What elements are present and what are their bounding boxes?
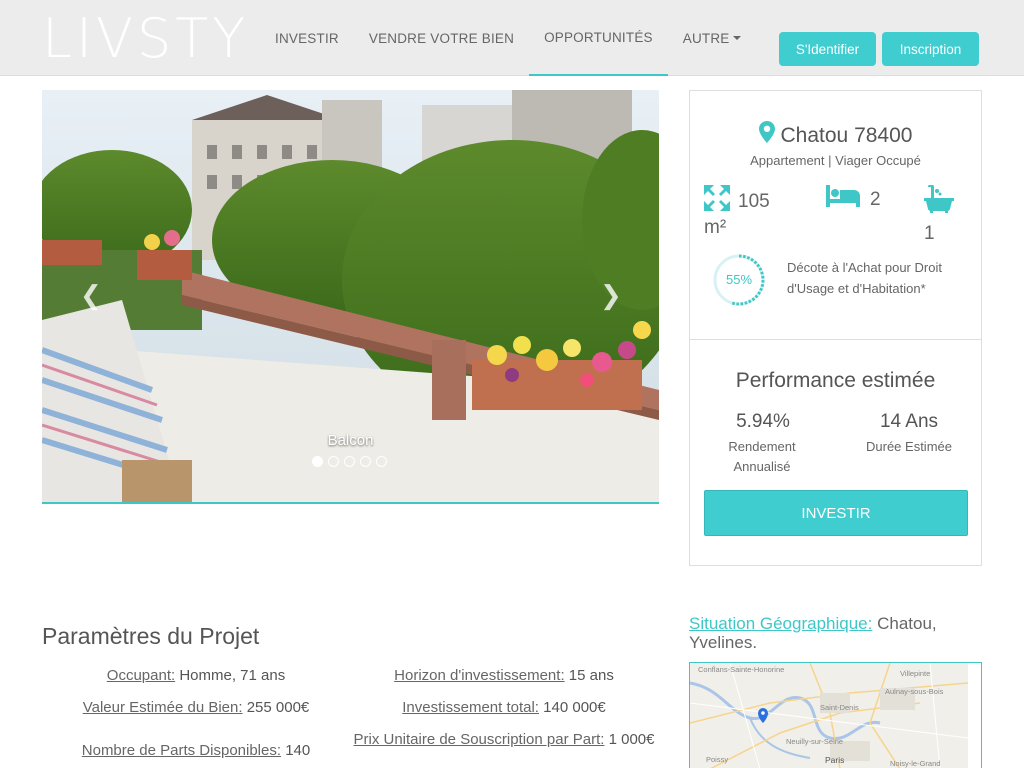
map-marker-icon — [758, 121, 775, 143]
param-horizon: Horizon d'investissement: 15 ans — [350, 666, 658, 686]
expand-icon — [704, 185, 730, 211]
nav-link-opportunites[interactable]: OPPORTUNITÉS — [529, 0, 668, 76]
carousel-prev-icon[interactable]: ❮ — [80, 280, 102, 311]
param-valeur-key: Valeur Estimée du Bien: — [82, 699, 243, 716]
carousel-dot[interactable] — [312, 456, 323, 467]
param-parts: Nombre de Parts Disponibles: 140 — [42, 741, 350, 761]
invest-button[interactable]: INVESTIR — [704, 490, 968, 536]
property-type: Appartement | Viager Occupé — [750, 153, 921, 168]
param-prix-key: Prix Unitaire de Souscription par Part: — [353, 731, 605, 748]
params-title: Paramètres du Projet — [42, 623, 260, 649]
surface-value: 105 — [738, 191, 770, 212]
map-label: Saint-Denis — [820, 703, 859, 712]
navbar: LIVSTY INVESTIR VENDRE VOTRE BIEN OPPORT… — [0, 0, 1024, 76]
param-investissement: Investissement total: 140 000€ — [350, 698, 658, 718]
carousel-next-icon[interactable]: ❯ — [600, 280, 622, 311]
surface-feature: 105 m² — [704, 185, 794, 241]
card-divider — [690, 339, 981, 340]
param-valeur-value: 255 000€ — [246, 699, 310, 716]
logo[interactable]: LIVSTY — [42, 12, 249, 66]
bathrooms-value: 1 — [924, 223, 935, 244]
param-prix-value: 1 000€ — [608, 731, 655, 748]
location-heading: Chatou 78400 — [690, 121, 981, 148]
duration-value: 14 Ans — [879, 411, 939, 432]
nav-link-autre-label: AUTRE — [682, 30, 730, 46]
carousel-dot[interactable] — [344, 456, 355, 467]
param-valeur: Valeur Estimée du Bien: 255 000€ — [42, 698, 350, 718]
geo-situation: Situation Géographique: Chatou, Yvelines… — [689, 614, 979, 652]
yield-value: 5.94% — [736, 411, 790, 432]
signup-button[interactable]: Inscription — [882, 32, 979, 66]
map-label: Conflans-Sainte-Honorine — [698, 665, 785, 674]
performance-title: Performance estimée — [735, 369, 936, 392]
carousel-indicators — [312, 456, 387, 467]
location-map[interactable]: Conflans-Sainte-Honorine Villepinte Auln… — [689, 662, 982, 768]
nav-link-investir[interactable]: INVESTIR — [260, 0, 354, 76]
surface-unit: m² — [704, 217, 727, 238]
map-label: Noisy-le-Grand — [890, 759, 941, 768]
duration-label: Durée Estimée — [866, 439, 952, 454]
nav-link-autre[interactable]: AUTRE — [668, 0, 756, 76]
carousel-dot[interactable] — [328, 456, 339, 467]
location-text: Chatou 78400 — [780, 124, 913, 147]
yield-label: Rendement Annualisé — [728, 439, 796, 474]
bedrooms-value: 2 — [870, 189, 881, 210]
param-horizon-value: 15 ans — [568, 667, 614, 684]
carousel-caption: Balcon — [327, 432, 374, 449]
bath-icon — [924, 184, 954, 213]
discount-ring: 55% — [712, 253, 766, 307]
map-label: Villepinte — [900, 669, 931, 678]
map-label: Poissy — [706, 755, 729, 764]
photo-carousel[interactable]: ❮ ❯ Balcon — [42, 90, 659, 504]
map-label: Neuilly-sur-Seine — [786, 737, 844, 746]
discount-text: Décote à l'Achat pour Droit d'Usage et d… — [787, 260, 942, 296]
param-parts-value: 140 — [285, 742, 311, 759]
property-card: Chatou 78400 Appartement | Viager Occupé… — [689, 90, 982, 566]
param-parts-key: Nombre de Parts Disponibles: — [81, 742, 282, 759]
param-investissement-value: 140 000€ — [543, 699, 606, 716]
nav-links: INVESTIR VENDRE VOTRE BIEN OPPORTUNITÉS … — [260, 0, 756, 76]
param-investissement-key: Investissement total: — [402, 699, 539, 716]
geo-label: Situation Géographique: — [689, 614, 873, 633]
param-occupant-key: Occupant: — [106, 667, 176, 684]
param-prix: Prix Unitaire de Souscription par Part: … — [350, 730, 658, 750]
param-occupant-value: Homme, 71 ans — [179, 667, 286, 684]
param-horizon-key: Horizon d'investissement: — [394, 667, 565, 684]
discount-value: 55% — [725, 272, 753, 287]
bedrooms-feature: 2 — [826, 185, 881, 211]
nav-link-vendre[interactable]: VENDRE VOTRE BIEN — [354, 0, 529, 76]
param-occupant: Occupant: Homme, 71 ans — [42, 666, 350, 686]
carousel-dot[interactable] — [376, 456, 387, 467]
login-button[interactable]: S'Identifier — [779, 32, 876, 66]
bed-icon — [826, 185, 860, 207]
bathrooms-feature: 1 — [924, 184, 954, 247]
map-label: Aulnay-sous-Bois — [885, 687, 944, 696]
carousel-dot[interactable] — [360, 456, 371, 467]
caret-down-icon — [732, 36, 741, 40]
map-canvas — [690, 663, 981, 768]
map-label: Paris — [825, 755, 845, 765]
